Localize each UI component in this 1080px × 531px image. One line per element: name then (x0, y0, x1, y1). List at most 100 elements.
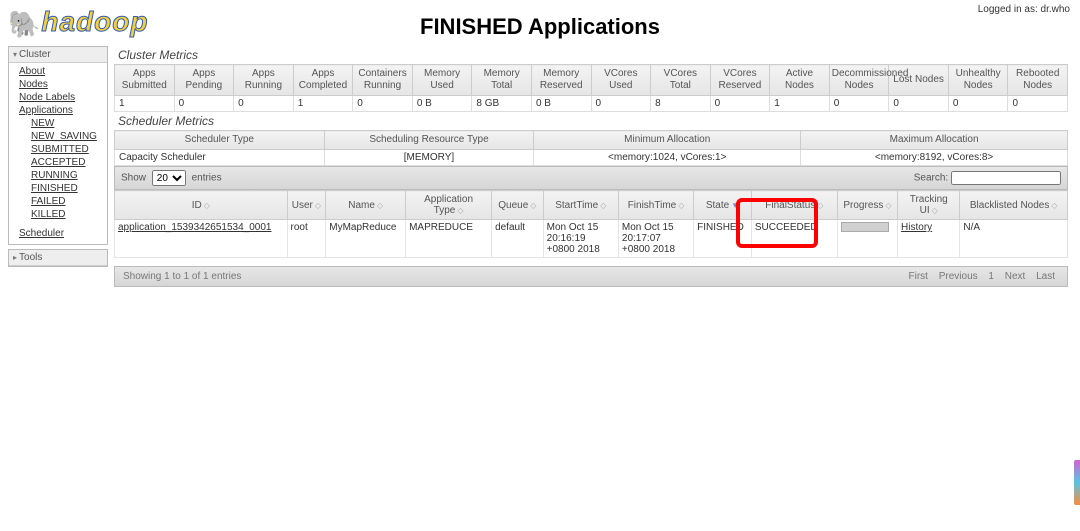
cm-vcores-total: 8 (651, 96, 711, 112)
sidebar-tools-head[interactable]: ▸Tools (9, 250, 107, 266)
th-apptype[interactable]: Application Type◇ (406, 191, 492, 220)
th-progress[interactable]: Progress◇ (837, 191, 897, 220)
app-name: MyMapReduce (326, 220, 406, 258)
tracking-ui-link[interactable]: History (901, 222, 932, 233)
sidebar-state-new[interactable]: NEW (31, 117, 103, 130)
sidebar-state-failed[interactable]: FAILED (31, 195, 103, 208)
th-vcores-used[interactable]: VCores Used (591, 65, 651, 96)
th-tracking[interactable]: Tracking UI◇ (898, 191, 960, 220)
cm-apps-completed: 1 (293, 96, 353, 112)
th-mem-total[interactable]: Memory Total (472, 65, 532, 96)
th-start[interactable]: StartTime◇ (543, 191, 618, 220)
cm-active-nodes: 1 (770, 96, 830, 112)
th-vcores-total[interactable]: VCores Total (651, 65, 711, 96)
sidebar-link-scheduler[interactable]: Scheduler (19, 227, 103, 240)
sidebar-link-applications[interactable]: Applications (19, 104, 103, 117)
sidebar-state-new-saving[interactable]: NEW_SAVING (31, 130, 103, 143)
th-mem-reserved[interactable]: Memory Reserved (531, 65, 591, 96)
active-nodes-link[interactable]: 1 (774, 98, 780, 109)
th-sched-min[interactable]: Minimum Allocation (534, 131, 801, 150)
application-id-link[interactable]: application_1539342651534_0001 (118, 222, 271, 233)
th-apps-pending[interactable]: Apps Pending (174, 65, 234, 96)
th-finalstatus[interactable]: FinalStatus◇ (751, 191, 837, 220)
th-name[interactable]: Name◇ (326, 191, 406, 220)
th-sched-restype[interactable]: Scheduling Resource Type (324, 131, 534, 150)
th-user[interactable]: User◇ (287, 191, 326, 220)
th-finish[interactable]: FinishTime◇ (618, 191, 693, 220)
sidebar-link-node-labels[interactable]: Node Labels (19, 91, 103, 104)
sm-max: <memory:8192, vCores:8> (801, 150, 1068, 166)
page-last[interactable]: Last (1036, 271, 1055, 282)
sm-restype: [MEMORY] (324, 150, 534, 166)
page-next[interactable]: Next (1005, 271, 1026, 282)
sidebar-state-finished[interactable]: FINISHED (31, 182, 103, 195)
sidebar-state-accepted[interactable]: ACCEPTED (31, 156, 103, 169)
rebooted-nodes-link[interactable]: 0 (1012, 98, 1018, 109)
th-queue[interactable]: Queue◇ (492, 191, 544, 220)
app-blacklisted: N/A (960, 220, 1068, 258)
sidebar-state-running[interactable]: RUNNING (31, 169, 103, 182)
sidebar-link-nodes[interactable]: Nodes (19, 78, 103, 91)
entries-label: entries (192, 173, 222, 184)
progress-bar (841, 222, 889, 232)
th-blacklisted[interactable]: Blacklisted Nodes◇ (960, 191, 1068, 220)
app-final-status: SUCCEEDED (751, 220, 837, 258)
th-apps-completed[interactable]: Apps Completed (293, 65, 353, 96)
datatable-info: Showing 1 to 1 of 1 entries (123, 271, 241, 282)
sidebar-state-killed[interactable]: KILLED (31, 208, 103, 221)
datatable-control-bar: Show 20 entries Search: (114, 166, 1068, 190)
scheduler-metrics-title: Scheduler Metrics (118, 114, 1068, 128)
cm-lost-nodes: 0 (889, 96, 949, 112)
th-containers-running[interactable]: Containers Running (353, 65, 413, 96)
page-first[interactable]: First (908, 271, 927, 282)
th-sched-max[interactable]: Maximum Allocation (801, 131, 1068, 150)
triangle-right-icon: ▸ (13, 253, 17, 262)
app-type: MAPREDUCE (406, 220, 492, 258)
sm-min: <memory:1024, vCores:1> (534, 150, 801, 166)
sm-type: Capacity Scheduler (115, 150, 325, 166)
th-vcores-reserved[interactable]: VCores Reserved (710, 65, 770, 96)
cm-rebooted-nodes: 0 (1008, 96, 1068, 112)
sidebar-tools-block: ▸Tools (8, 249, 108, 267)
cm-apps-running: 0 (234, 96, 294, 112)
scheduler-metrics-table: Scheduler Type Scheduling Resource Type … (114, 130, 1068, 166)
page-title: FINISHED Applications (0, 14, 1080, 40)
cm-vcores-used: 0 (591, 96, 651, 112)
unhealthy-nodes-link[interactable]: 0 (953, 98, 959, 109)
table-row: Capacity Scheduler [MEMORY] <memory:1024… (115, 150, 1068, 166)
login-info: Logged in as: dr.who (978, 4, 1070, 15)
decomm-nodes-link[interactable]: 0 (834, 98, 840, 109)
applications-table: ID◇ User◇ Name◇ Application Type◇ Queue◇… (114, 190, 1068, 258)
sidebar-cluster-head[interactable]: ▾Cluster (9, 47, 107, 63)
triangle-down-icon: ▾ (13, 50, 17, 59)
table-row: application_1539342651534_0001 root MyMa… (115, 220, 1068, 258)
cm-containers-running: 0 (353, 96, 413, 112)
page-current: 1 (988, 271, 994, 282)
cm-mem-reserved: 0 B (531, 96, 591, 112)
cm-mem-total: 8 GB (472, 96, 532, 112)
datatable-pagination: First Previous 1 Next Last (904, 271, 1059, 282)
lost-nodes-link[interactable]: 0 (893, 98, 899, 109)
sidebar-link-about[interactable]: About (19, 65, 103, 78)
app-user: root (287, 220, 326, 258)
page-previous[interactable]: Previous (939, 271, 978, 282)
th-apps-submitted[interactable]: Apps Submitted (115, 65, 175, 96)
app-queue: default (492, 220, 544, 258)
page-size-select[interactable]: 20 (152, 170, 186, 186)
th-mem-used[interactable]: Memory Used (412, 65, 472, 96)
cm-apps-submitted: 1 (115, 96, 175, 112)
app-state: FINISHED (694, 220, 752, 258)
th-apps-running[interactable]: Apps Running (234, 65, 294, 96)
th-sched-type[interactable]: Scheduler Type (115, 131, 325, 150)
side-handle[interactable] (1074, 460, 1080, 505)
th-id[interactable]: ID◇ (115, 191, 288, 220)
th-active-nodes[interactable]: Active Nodes (770, 65, 830, 96)
th-decomm-nodes[interactable]: Decommissioned Nodes (829, 65, 889, 96)
sidebar-state-submitted[interactable]: SUBMITTED (31, 143, 103, 156)
th-rebooted-nodes[interactable]: Rebooted Nodes (1008, 65, 1068, 96)
show-label: Show (121, 173, 146, 184)
th-unhealthy-nodes[interactable]: Unhealthy Nodes (948, 65, 1008, 96)
search-input[interactable] (951, 171, 1061, 185)
search-label: Search: (914, 173, 948, 184)
th-state[interactable]: State▼ (694, 191, 752, 220)
